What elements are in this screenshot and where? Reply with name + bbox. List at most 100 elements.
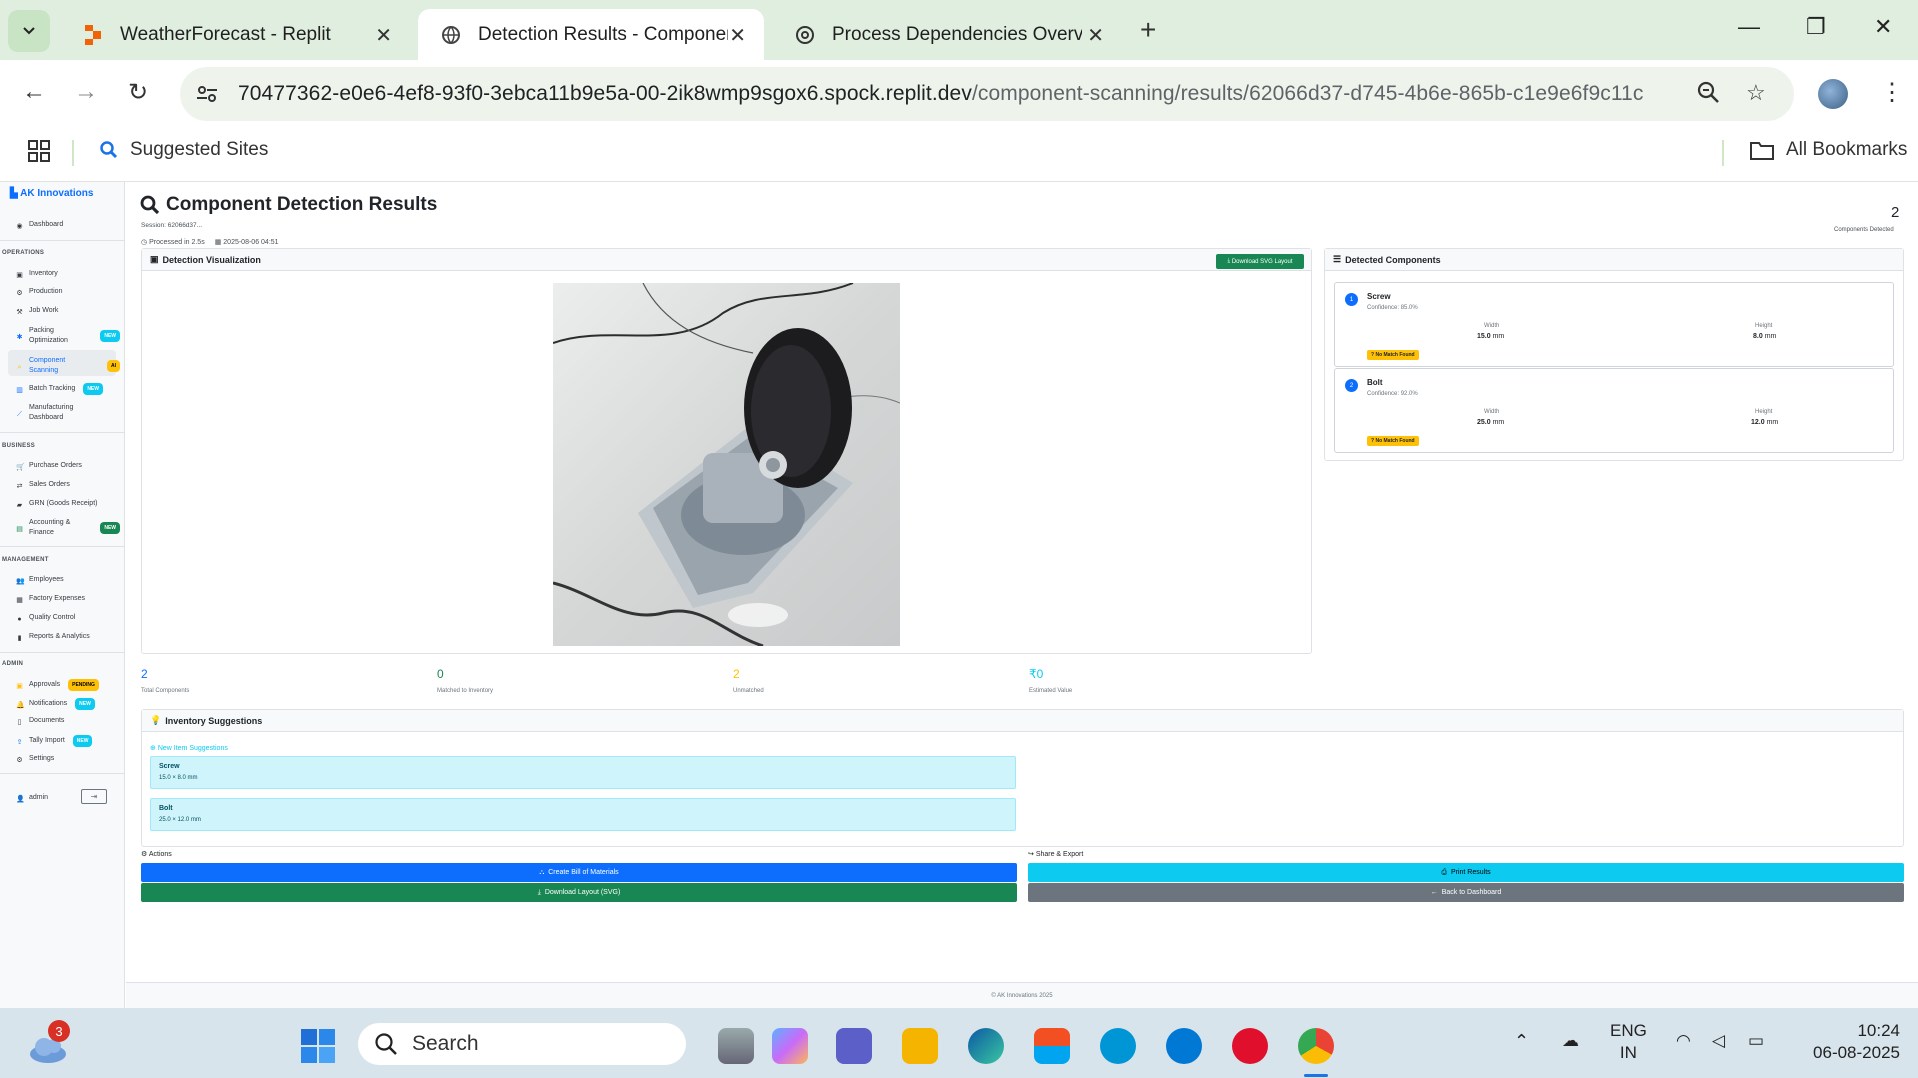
component-item[interactable]: 2 Bolt Confidence: 92.0% Width 25.0 mm H… bbox=[1334, 368, 1894, 453]
browser-menu-icon[interactable]: ⋮ bbox=[1880, 78, 1904, 107]
restore-button[interactable]: ❐ bbox=[1806, 14, 1826, 40]
processed-date: ▦ 2025-08-06 04:51 bbox=[214, 239, 279, 246]
sidebar-item-notifications[interactable]: 🔔 Notifications NEW bbox=[16, 698, 120, 710]
sidebar-item-settings[interactable]: ⚙ Settings bbox=[16, 754, 120, 764]
bookmark-star-icon[interactable]: ☆ bbox=[1746, 80, 1766, 106]
lightbulb-icon: 💡 bbox=[150, 715, 162, 725]
gear-icon: ⚙ bbox=[16, 756, 23, 764]
sidebar-item-label: Component Scanning bbox=[29, 357, 66, 374]
address-bar[interactable]: 70477362-e0e6-4ef8-93f0-3ebca11b9e5a-00-… bbox=[180, 67, 1794, 121]
sidebar-item-label: Manufacturing Dashboard bbox=[29, 404, 74, 421]
minimize-button[interactable]: — bbox=[1738, 14, 1760, 40]
suggested-sites-bookmark[interactable]: Suggested Sites bbox=[100, 139, 268, 161]
tab-process-dependencies[interactable]: Process Dependencies Overview ✕ bbox=[772, 9, 1122, 60]
pending-badge: PENDING bbox=[68, 679, 99, 691]
divider bbox=[0, 773, 124, 774]
tab-detection-results[interactable]: Detection Results - Component Scanning ✕ bbox=[418, 9, 764, 60]
sidebar-item-purchase-orders[interactable]: 🛒 Purchase Orders bbox=[16, 461, 120, 471]
component-item[interactable]: 1 Screw Confidence: 85.0% Width 15.0 mm … bbox=[1334, 282, 1894, 367]
create-bom-button[interactable]: ⛬ Create Bill of Materials bbox=[141, 863, 1017, 882]
handshake-icon: ⇄ bbox=[16, 482, 23, 490]
sidebar-item-documents[interactable]: ▯ Documents bbox=[16, 716, 120, 726]
suggestion-item[interactable]: Bolt 25.0 × 12.0 mm bbox=[150, 798, 1016, 831]
brand-logo[interactable]: ▙ AK Innovations bbox=[10, 188, 93, 199]
teams-icon[interactable] bbox=[836, 1028, 872, 1064]
battery-icon[interactable]: ▭ bbox=[1748, 1030, 1764, 1052]
sidebar-item-production[interactable]: ⚙ Production bbox=[16, 287, 120, 297]
download-svg-layout-button[interactable]: ⤓ Download SVG Layout bbox=[1216, 254, 1304, 269]
new-tab-button[interactable]: + bbox=[1140, 14, 1156, 46]
sidebar-item-tally-import[interactable]: ⇪ Tally Import NEW bbox=[16, 735, 120, 747]
wifi-icon[interactable]: ◠ bbox=[1676, 1030, 1691, 1052]
button-label: Download Layout (SVG) bbox=[544, 889, 621, 896]
tab-title: WeatherForecast - Replit bbox=[120, 23, 331, 45]
sidebar-item-inventory[interactable]: ▣ Inventory bbox=[16, 269, 120, 279]
all-bookmarks-button[interactable]: All Bookmarks bbox=[1750, 139, 1907, 161]
opera-icon[interactable] bbox=[1232, 1028, 1268, 1064]
taskbar-search[interactable]: Search bbox=[358, 1023, 686, 1065]
width-number: 15.0 bbox=[1477, 333, 1491, 340]
back-button[interactable]: ← bbox=[22, 78, 46, 106]
new-badge: NEW bbox=[72, 735, 93, 747]
close-window-button[interactable]: ✕ bbox=[1874, 14, 1892, 40]
edge-icon[interactable] bbox=[968, 1028, 1004, 1064]
close-tab-icon[interactable]: ✕ bbox=[375, 23, 392, 48]
sidebar-item-dashboard[interactable]: ◉ Dashboard bbox=[16, 220, 120, 230]
sidebar-item-label: Purchase Orders bbox=[29, 462, 82, 469]
footer: © AK Innovations 2025 bbox=[126, 982, 1918, 1008]
chrome-icon[interactable] bbox=[1298, 1028, 1334, 1064]
width-label: Width bbox=[1484, 409, 1500, 415]
sidebar-item-manufacturing-dashboard[interactable]: ⟋ Manufacturing Dashboard bbox=[16, 403, 120, 423]
sidebar-item-label: Documents bbox=[29, 717, 65, 724]
user-icon: 👤 bbox=[16, 795, 25, 803]
site-info-icon[interactable] bbox=[196, 85, 222, 103]
logout-button[interactable]: ⇥ bbox=[81, 789, 107, 804]
store-icon[interactable] bbox=[1034, 1028, 1070, 1064]
download-layout-button[interactable]: ⤓ Download Layout (SVG) bbox=[141, 883, 1017, 902]
button-label: Print Results bbox=[1450, 869, 1491, 876]
print-results-button[interactable]: ⎙ Print Results bbox=[1028, 863, 1904, 882]
tab-search-button[interactable] bbox=[8, 10, 50, 52]
hp-icon[interactable] bbox=[1100, 1028, 1136, 1064]
sidebar-item-component-scanning[interactable]: ⌕ Component Scanning AI bbox=[16, 356, 120, 376]
file-explorer-icon[interactable] bbox=[902, 1028, 938, 1064]
close-tab-icon[interactable]: ✕ bbox=[1087, 23, 1104, 48]
sidebar-item-approvals[interactable]: ▣ Approvals PENDING bbox=[16, 679, 120, 691]
sidebar-item-accounting[interactable]: ▤ Accounting & Finance NEW bbox=[16, 518, 120, 538]
show-hidden-icons[interactable]: ⌃ bbox=[1514, 1030, 1529, 1052]
clock[interactable]: 10:24 06-08-2025 bbox=[1790, 1020, 1900, 1064]
sidebar-item-label: Quality Control bbox=[29, 614, 76, 621]
component-confidence: Confidence: 85.0% bbox=[1367, 305, 1418, 311]
tab-weatherforecast[interactable]: WeatherForecast - Replit ✕ bbox=[60, 9, 410, 60]
reload-button[interactable]: ↻ bbox=[128, 78, 148, 107]
components-count: 2 bbox=[1891, 204, 1900, 221]
sidebar-item-factory-expenses[interactable]: ▦ Factory Expenses bbox=[16, 594, 120, 604]
profile-avatar[interactable] bbox=[1818, 79, 1848, 109]
chart-line-icon: ⟋ bbox=[17, 410, 22, 418]
sidebar-item-job-work[interactable]: ⚒ Job Work bbox=[16, 306, 120, 316]
copilot-icon[interactable] bbox=[772, 1028, 808, 1064]
printer-icon: ⎙ bbox=[1441, 868, 1447, 876]
back-to-dashboard-button[interactable]: ← Back to Dashboard bbox=[1028, 883, 1904, 902]
sidebar-item-quality-control[interactable]: ● Quality Control bbox=[16, 613, 120, 623]
sidebar-item-employees[interactable]: 👥 Employees bbox=[16, 575, 120, 585]
sidebar-item-batch-tracking[interactable]: ▥ Batch Tracking NEW bbox=[16, 383, 120, 395]
volume-icon[interactable]: ◁ bbox=[1712, 1030, 1725, 1052]
help-icon[interactable] bbox=[1166, 1028, 1202, 1064]
badge-text: No Match Found bbox=[1375, 438, 1415, 444]
task-view-icon[interactable] bbox=[718, 1028, 754, 1064]
apps-grid-icon[interactable] bbox=[28, 140, 50, 167]
close-tab-icon[interactable]: ✕ bbox=[729, 23, 746, 48]
sidebar-item-packing-optimization[interactable]: ✱ Packing Optimization NEW bbox=[16, 326, 120, 346]
zoom-icon[interactable] bbox=[1696, 80, 1720, 110]
suggestion-item[interactable]: Screw 15.0 × 8.0 mm bbox=[150, 756, 1016, 789]
sidebar-item-grn[interactable]: ▰ GRN (Goods Receipt) bbox=[16, 499, 120, 509]
forward-button[interactable]: → bbox=[74, 78, 98, 106]
sidebar-item-sales-orders[interactable]: ⇄ Sales Orders bbox=[16, 480, 120, 490]
component-name: Screw bbox=[1367, 292, 1391, 301]
onedrive-icon[interactable]: ☁ bbox=[1562, 1030, 1579, 1052]
new-badge: NEW bbox=[83, 383, 103, 395]
start-button[interactable] bbox=[300, 1028, 336, 1069]
sidebar-item-reports[interactable]: ▮ Reports & Analytics bbox=[16, 632, 120, 642]
language-indicator[interactable]: ENG IN bbox=[1610, 1020, 1647, 1064]
